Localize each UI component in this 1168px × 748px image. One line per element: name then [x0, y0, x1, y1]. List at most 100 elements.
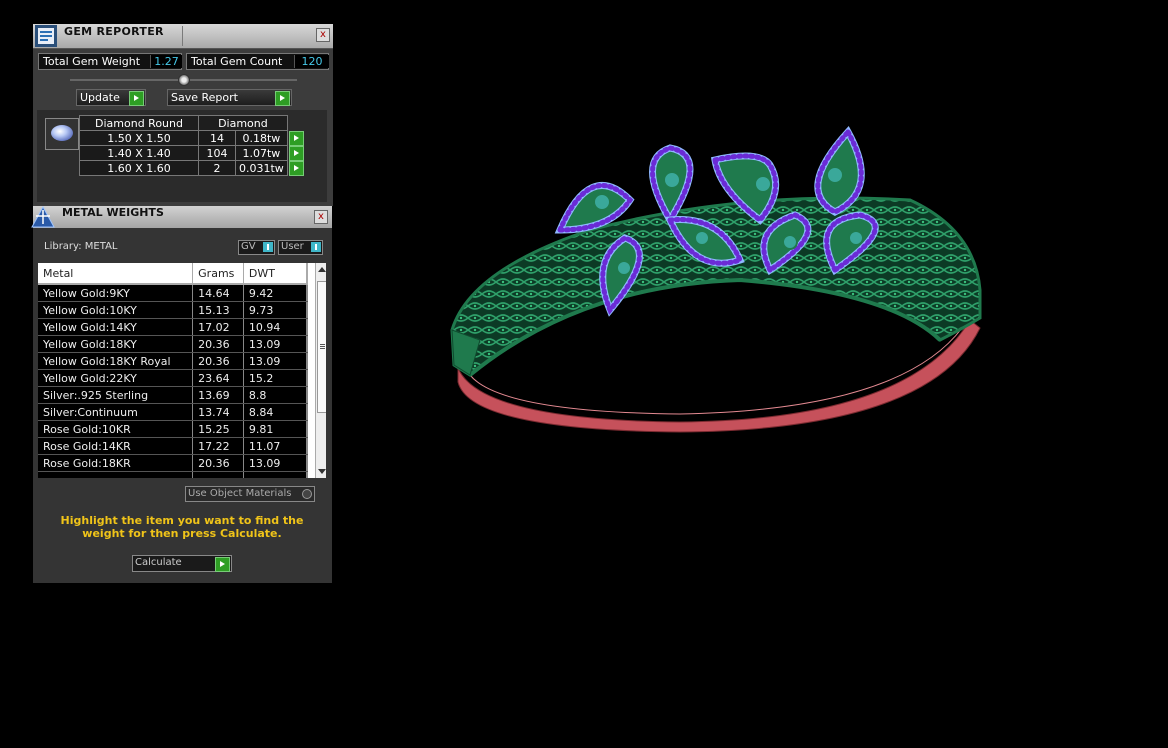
radio-icon — [302, 489, 312, 499]
gem-count: 104 — [198, 145, 236, 161]
select-gem-arrow-icon[interactable] — [288, 130, 304, 146]
metal-dwt: 11.07 — [243, 437, 307, 455]
diamond-icon — [51, 125, 73, 141]
grams-column-header[interactable]: Grams — [192, 263, 244, 285]
metal-grams: 15.25 — [192, 420, 244, 438]
calculate-button[interactable]: Calculate — [132, 555, 232, 572]
ring-shank — [450, 196, 982, 377]
metal-row[interactable]: Yellow Gold:18KY Royal 20.36 13.09 — [38, 352, 309, 370]
metal-grams: 23.64 — [192, 369, 244, 387]
play-arrow-icon — [215, 557, 230, 572]
metal-weights-close-button[interactable]: x — [314, 210, 328, 224]
metal-row[interactable]: Rose Gold:10KR 15.25 9.81 — [38, 420, 309, 438]
gem-row[interactable]: 1.40 X 1.40 104 1.07tw — [79, 145, 305, 161]
total-gem-count-field: Total Gem Count 120 — [186, 53, 329, 70]
use-object-materials-option[interactable]: Use Object Materials — [185, 486, 315, 502]
gem-reporter-close-button[interactable]: x — [316, 28, 330, 42]
user-toggle-label: User — [281, 241, 304, 252]
metal-name: Yellow Gold:18KY Royal — [38, 352, 194, 370]
metal-dwt: 13.09 — [243, 352, 307, 370]
gem-type-header: Diamond — [198, 115, 288, 131]
metal-row[interactable]: Yellow Gold:18KY 20.36 13.09 — [38, 335, 309, 353]
metal-grams: 20.36 — [192, 454, 244, 472]
metal-dwt: 13.09 — [243, 454, 307, 472]
save-report-button[interactable]: Save Report — [167, 89, 292, 106]
select-gem-arrow-icon[interactable] — [288, 160, 304, 176]
update-button[interactable]: Update — [76, 89, 146, 106]
gem-list-area: Diamond Round Diamond 1.50 X 1.50 14 0.1… — [37, 110, 327, 202]
scale-icon — [31, 205, 55, 228]
metal-row[interactable]: Silver:Continuum 13.74 8.84 — [38, 403, 309, 421]
grip-icon — [320, 344, 325, 345]
metal-name: Rose Gold:18KR — [38, 454, 194, 472]
use-object-materials-label: Use Object Materials — [188, 488, 292, 499]
play-arrow-icon — [275, 91, 290, 106]
scrollbar-thumb[interactable] — [317, 281, 326, 413]
metal-row-partial[interactable] — [38, 471, 309, 478]
gem-size: 1.40 X 1.40 — [79, 145, 199, 161]
metal-row[interactable]: Yellow Gold:14KY 17.02 10.94 — [38, 318, 309, 336]
title-separator — [182, 26, 183, 46]
total-gem-count-label: Total Gem Count — [191, 55, 283, 68]
total-gem-weight-value: 1.27 — [150, 55, 182, 68]
metal-name: Rose Gold:10KR — [38, 420, 194, 438]
metal-grams: 17.22 — [192, 437, 244, 455]
close-icon: x — [320, 29, 326, 40]
gem-size: 1.50 X 1.50 — [79, 130, 199, 146]
close-icon: x — [318, 211, 324, 222]
metal-dwt: 8.8 — [243, 386, 307, 404]
metal-grams: 14.64 — [192, 284, 244, 302]
metal-name: Yellow Gold:22KY — [38, 369, 194, 387]
metal-row[interactable]: Silver:.925 Sterling 13.69 8.8 — [38, 386, 309, 404]
dwt-column-header[interactable]: DWT — [243, 263, 307, 285]
metal-row[interactable]: Rose Gold:14KR 17.22 11.07 — [38, 437, 309, 455]
scroll-up-arrow-icon[interactable] — [318, 267, 326, 272]
metal-row[interactable]: Yellow Gold:10KY 15.13 9.73 — [38, 301, 309, 319]
metal-column-header[interactable]: Metal — [38, 263, 194, 285]
gem-count: 14 — [198, 130, 236, 146]
metal-row[interactable]: Rose Gold:18KR 20.36 13.09 — [38, 454, 309, 472]
metal-table-scrollbar[interactable] — [315, 263, 326, 478]
metal-grams: 15.13 — [192, 301, 244, 319]
metal-name: Silver:.925 Sterling — [38, 386, 194, 404]
metal-grams: 13.69 — [192, 386, 244, 404]
metal-dwt: 9.73 — [243, 301, 307, 319]
info-icon — [263, 242, 273, 252]
metal-name: Silver:Continuum — [38, 403, 194, 421]
metal-grams: 20.36 — [192, 352, 244, 370]
metal-dwt: 15.2 — [243, 369, 307, 387]
select-gem-arrow-icon[interactable] — [288, 145, 304, 161]
metal-table-container: Metal Grams DWT Yellow Gold:9KY 14.64 9.42… — [38, 263, 326, 478]
metal-grams: 17.02 — [192, 318, 244, 336]
gem-reporter-title-bar[interactable]: GEM REPORTER x — [33, 24, 333, 49]
scroll-down-arrow-icon[interactable] — [318, 469, 326, 474]
metal-name: Yellow Gold:10KY — [38, 301, 194, 319]
metal-dwt: 10.94 — [243, 318, 307, 336]
gem-report-icon — [35, 25, 57, 47]
metal-name: Yellow Gold:9KY — [38, 284, 194, 302]
gv-toggle-label: GV — [241, 241, 256, 252]
metal-grams: 20.36 — [192, 335, 244, 353]
gv-toggle[interactable]: GV — [238, 240, 275, 255]
metal-weights-title-bar[interactable]: METAL WEIGHTS x — [31, 205, 332, 228]
save-report-button-label: Save Report — [171, 91, 238, 104]
user-toggle[interactable]: User — [278, 240, 323, 255]
gem-weight: 0.18tw — [235, 130, 288, 146]
info-icon — [311, 242, 321, 252]
panel-slider-knob[interactable] — [178, 74, 190, 86]
ring-3d-viewport[interactable] — [440, 120, 1000, 440]
calculate-button-label: Calculate — [135, 557, 182, 568]
metal-row[interactable]: Yellow Gold:9KY 14.64 9.42 — [38, 284, 309, 302]
metal-row[interactable]: Yellow Gold:22KY 23.64 15.2 — [38, 369, 309, 387]
calculate-hint: Highlight the item you want to find the … — [60, 514, 304, 540]
gem-row[interactable]: 1.60 X 1.60 2 0.031tw — [79, 160, 305, 176]
gem-reporter-panel: GEM REPORTER x Total Gem Weight 1.27 Tot… — [33, 24, 333, 206]
gem-size: 1.60 X 1.60 — [79, 160, 199, 176]
gem-weight: 1.07tw — [235, 145, 288, 161]
gem-count: 2 — [198, 160, 236, 176]
metal-dwt: 9.81 — [243, 420, 307, 438]
diamond-round-thumbnail[interactable] — [45, 118, 79, 150]
play-arrow-icon — [129, 91, 144, 106]
gem-row[interactable]: 1.50 X 1.50 14 0.18tw — [79, 130, 305, 146]
metal-weights-title: METAL WEIGHTS — [62, 206, 164, 219]
